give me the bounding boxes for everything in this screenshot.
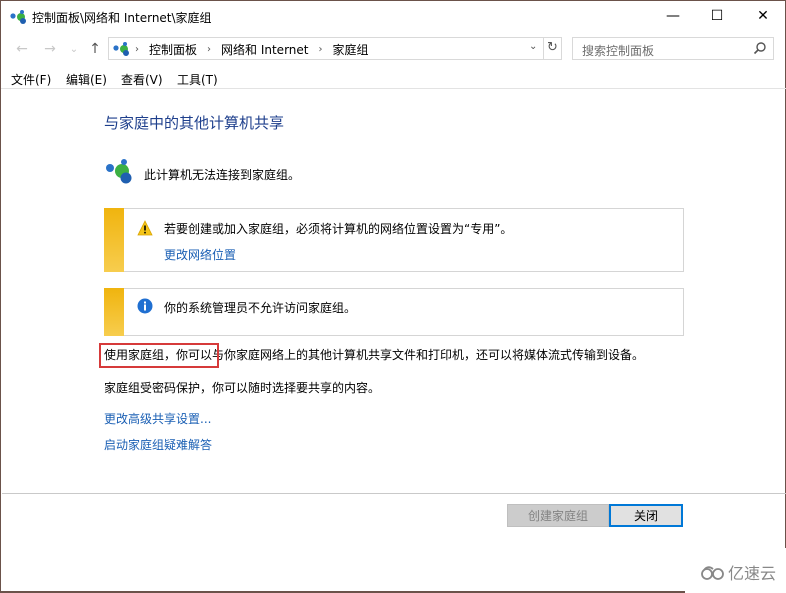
create-homegroup-button[interactable]: 创建家庭组 [507,504,609,527]
window-title: 控制面板\网络和 Internet\家庭组 [32,11,212,25]
chevron-right-icon: › [135,44,139,55]
connection-status: 此计算机无法连接到家庭组。 [144,168,301,182]
address-divider [543,38,544,59]
breadcrumb: › 控制面板 › 网络和 Internet › 家庭组 [135,41,379,58]
chevron-down-icon: ⌄ [69,43,79,55]
search-icon[interactable] [753,41,767,55]
warning-notice: 若要创建或加入家庭组，必须将计算机的网络位置设置为“专用”。 更改网络位置 [104,208,684,272]
arrow-left-icon: ← [16,41,28,57]
maximize-button[interactable]: ☐ [694,1,740,31]
homegroup-icon [113,42,129,56]
info-text: 你的系统管理员不允许访问家庭组。 [164,301,357,315]
minimize-button[interactable]: — [650,1,696,31]
homegroup-icon [10,10,26,24]
title-bar: 控制面板\网络和 Internet\家庭组 — ☐ ✕ [1,1,786,33]
forward-button[interactable]: → [40,39,60,59]
advanced-sharing-settings-link[interactable]: 更改高级共享设置... [104,410,211,427]
main-content: 与家庭中的其他计算机共享 此计算机无法连接到家庭组。 若要创建或加入家庭组，必须… [1,89,786,493]
password-paragraph: 家庭组受密码保护，你可以随时选择要共享的内容。 [104,381,381,395]
highlight-annotation [99,343,219,368]
chevron-right-icon: › [318,44,323,55]
menu-edit[interactable]: 编辑(E) [66,71,107,88]
notice-accent-bar [104,288,124,336]
create-homegroup-label: 创建家庭组 [527,509,588,523]
close-label: 关闭 [633,509,658,523]
menu-view[interactable]: 查看(V) [121,71,163,88]
menu-file[interactable]: 文件(F) [11,71,51,88]
close-window-button[interactable]: ✕ [740,1,786,31]
breadcrumb-homegroup[interactable]: 家庭组 [332,41,368,58]
watermark: 亿速云 [700,560,776,584]
up-button[interactable]: ↑ [85,39,105,59]
search-placeholder: 搜索控制面板 [582,44,655,58]
address-bar[interactable]: › 控制面板 › 网络和 Internet › 家庭组 ⌄ ↻ [108,37,562,60]
refresh-icon[interactable]: ↻ [547,40,558,55]
change-network-location-link[interactable]: 更改网络位置 [164,246,236,263]
notice-accent-bar [104,208,124,272]
info-icon [137,298,153,314]
maximize-icon: ☐ [710,8,724,24]
homegroup-troubleshooter-link[interactable]: 启动家庭组疑难解答 [104,436,212,453]
page-title: 与家庭中的其他计算机共享 [104,114,285,132]
arrow-right-icon: → [44,41,56,57]
recent-locations-button[interactable]: ⌄ [64,39,84,59]
arrow-up-icon: ↑ [89,41,101,57]
watermark-text: 亿速云 [728,564,777,583]
footer-divider [2,493,786,494]
minimize-icon: — [666,8,680,24]
breadcrumb-network-internet[interactable]: 网络和 Internet [221,41,308,58]
cloud-logo-icon [701,566,724,580]
homegroup-window: 控制面板\网络和 Internet\家庭组 — ☐ ✕ ← → ⌄ ↑ › 控制… [0,0,786,593]
close-icon: ✕ [757,8,769,24]
chevron-right-icon: › [207,44,212,55]
homegroup-icon [106,159,132,184]
info-notice: 你的系统管理员不允许访问家庭组。 [104,288,684,336]
warning-icon [137,220,153,236]
close-button[interactable]: 关闭 [609,504,683,527]
menu-bar: 文件(F) 编辑(E) 查看(V) 工具(T) [1,67,786,89]
warning-text: 若要创建或加入家庭组，必须将计算机的网络位置设置为“专用”。 [164,222,513,236]
breadcrumb-control-panel[interactable]: 控制面板 [149,41,197,58]
menu-tools[interactable]: 工具(T) [177,71,218,88]
address-dropdown-icon[interactable]: ⌄ [529,41,537,52]
search-input[interactable]: 搜索控制面板 [572,37,774,60]
back-button[interactable]: ← [12,39,32,59]
